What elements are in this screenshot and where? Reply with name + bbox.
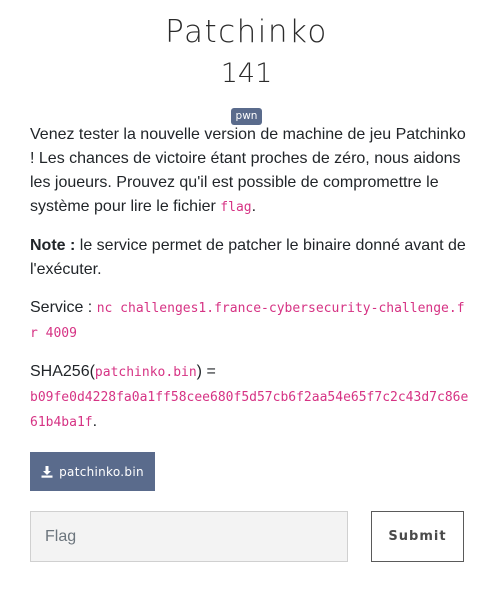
sha-period: . [92, 413, 98, 430]
description-period: . [251, 198, 257, 215]
challenge-card: Patchinko 141 pwn Venez tester la nouvel… [0, 0, 493, 601]
flag-input[interactable] [30, 511, 348, 562]
note-text: le service permet de patcher le binaire … [30, 237, 466, 278]
download-label: patchinko.bin [59, 464, 144, 479]
download-button[interactable]: patchinko.bin [30, 452, 155, 491]
tag-row: pwn [0, 104, 493, 125]
sha-equals: ) = [196, 363, 216, 380]
description-paragraph: Venez tester la nouvelle version de mach… [30, 123, 470, 220]
submit-button[interactable]: Submit [371, 511, 464, 562]
sha-label: SHA256( [30, 363, 95, 380]
challenge-points: 141 [220, 58, 273, 89]
download-icon [41, 465, 53, 478]
service-label: Service : [30, 299, 97, 316]
sha-paragraph: SHA256(patchinko.bin) = b09fe0d4228fa0a1f… [30, 360, 470, 435]
flag-filename: flag [220, 200, 252, 215]
service-paragraph: Service : nc challenges1.france-cybersec… [30, 296, 470, 346]
note-paragraph: Note : le service permet de patcher le b… [30, 234, 470, 282]
note-label: Note : [30, 237, 76, 254]
challenge-title: Patchinko [165, 14, 328, 50]
challenge-description: Venez tester la nouvelle version de mach… [30, 123, 470, 449]
sha-filename: patchinko.bin [94, 365, 197, 380]
